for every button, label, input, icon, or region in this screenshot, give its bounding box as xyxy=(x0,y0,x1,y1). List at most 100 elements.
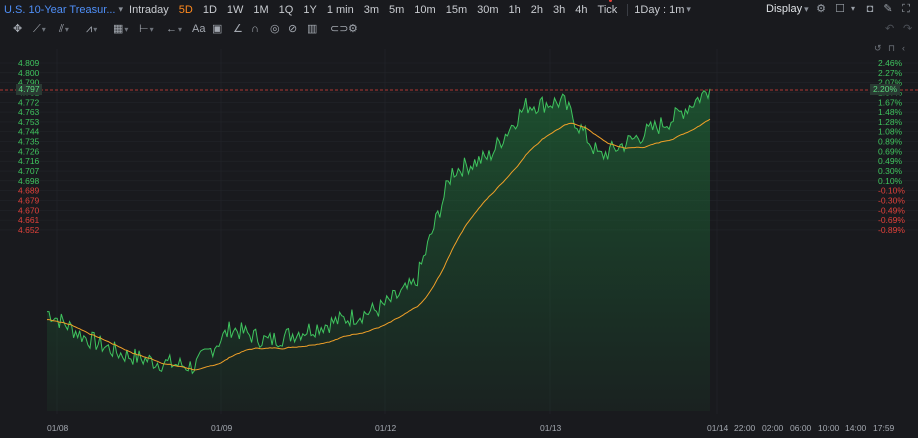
time-tick-label: 14:00 xyxy=(845,423,867,433)
percent-tick-label: 1.08% xyxy=(878,127,903,137)
hide-icon[interactable]: ⊘ xyxy=(288,22,297,36)
redo-icon[interactable]: ↷ xyxy=(903,22,912,36)
percent-tick-label: 0.49% xyxy=(878,156,903,166)
image-icon[interactable]: ▣ xyxy=(212,22,222,36)
percent-tick-label: -0.49% xyxy=(878,205,905,215)
tab-3h[interactable]: 3h xyxy=(553,4,565,16)
price-tick-label: 4.763 xyxy=(18,107,40,117)
edit-icon[interactable]: ✎ xyxy=(882,3,894,15)
percent-tick-label: 0.10% xyxy=(878,176,903,186)
price-tick-label: 4.689 xyxy=(18,186,40,196)
time-tick-label: 01/14 xyxy=(707,423,729,433)
link-icon[interactable]: ⊂⊃ xyxy=(330,22,348,36)
chevron-down-icon: ▾ xyxy=(804,4,809,14)
price-tick-label: 4.735 xyxy=(18,137,40,147)
price-tick-label: 4.670 xyxy=(18,205,40,215)
display-menu[interactable]: Display ▾ xyxy=(766,3,809,15)
tab-15m[interactable]: 15m xyxy=(446,4,467,16)
brush-icon[interactable]: ∠ xyxy=(233,22,243,36)
percent-tick-label: -0.10% xyxy=(878,186,905,196)
chevron-down-icon[interactable]: ▾ xyxy=(847,3,859,15)
current-price-tag: 4.797 xyxy=(16,84,42,95)
tab-1d[interactable]: 1D xyxy=(203,4,217,16)
divider xyxy=(627,3,629,16)
visibility-icon[interactable]: ◎ xyxy=(270,22,280,36)
tab-4h[interactable]: 4h xyxy=(575,4,587,16)
price-tick-label: 4.800 xyxy=(18,68,40,78)
percent-tick-label: 0.89% xyxy=(878,137,903,147)
symbol-selector[interactable]: U.S. 10-Year Treasur... xyxy=(4,4,115,16)
percent-tick-label: 0.30% xyxy=(878,166,903,176)
tab-1y[interactable]: 1Y xyxy=(303,4,316,16)
price-tick-label: 4.772 xyxy=(18,97,40,107)
percent-tick-label: 1.28% xyxy=(878,117,903,127)
pattern-icon[interactable]: ⩘▾ xyxy=(86,22,97,36)
time-tick-label: 06:00 xyxy=(790,423,812,433)
tab-tick-label: Tick xyxy=(597,3,618,16)
channel-icon[interactable]: ⫽▾ xyxy=(59,22,69,36)
collapse-icon[interactable]: ‹ xyxy=(902,43,905,53)
price-tick-label: 4.726 xyxy=(18,146,40,156)
time-tick-label: 17:59 xyxy=(873,423,895,433)
live-dot-icon xyxy=(608,0,612,2)
tab-tick[interactable]: Tick xyxy=(597,0,618,16)
arrow-icon[interactable]: ←▾ xyxy=(166,22,182,36)
price-area xyxy=(47,88,710,412)
tab-30m[interactable]: 30m xyxy=(477,4,498,16)
tab-1min[interactable]: 1 min xyxy=(327,4,354,16)
time-axis: 01/08 01/09 01/12 01/13 01/14 22:00 02:00 06:00… xyxy=(47,423,895,433)
tab-1h[interactable]: 1h xyxy=(509,4,521,16)
current-percent-tag: 2.20% xyxy=(870,84,900,95)
tab-1w[interactable]: 1W xyxy=(227,4,244,16)
time-tick-label: 10:00 xyxy=(818,423,840,433)
chevron-down-icon[interactable]: ▾ xyxy=(118,4,123,15)
tab-3m[interactable]: 3m xyxy=(364,4,379,16)
reset-icon[interactable]: ↺ xyxy=(874,43,882,53)
percent-tick-label: 0.69% xyxy=(878,146,903,156)
drawing-settings-icon[interactable]: ⚙ xyxy=(348,22,358,36)
trend-line-icon[interactable]: ⟋▾ xyxy=(33,22,46,36)
settings-gear-icon[interactable]: ⚙ xyxy=(815,3,827,15)
price-tick-label: 4.652 xyxy=(18,225,40,235)
price-tick-label: 4.744 xyxy=(18,127,40,137)
camera-icon[interactable]: ◘ xyxy=(864,3,876,15)
trash-icon[interactable]: ▥ xyxy=(307,22,317,36)
percent-tick-label: 1.48% xyxy=(878,107,903,117)
measure-icon[interactable]: ⊢▾ xyxy=(139,22,154,36)
time-tick-label: 01/13 xyxy=(540,423,562,433)
chart-corner-controls: ↺ ⊓ ‹ xyxy=(874,43,905,53)
time-tick-label: 01/12 xyxy=(375,423,397,433)
tab-5d[interactable]: 5D xyxy=(179,4,193,16)
tab-10m[interactable]: 10m xyxy=(414,4,435,16)
percent-tick-label: 1.67% xyxy=(878,97,903,107)
percent-tick-label: -0.69% xyxy=(878,215,905,225)
percent-tick-label: 2.27% xyxy=(878,68,903,78)
scale-icon[interactable]: ⊓ xyxy=(888,43,895,53)
fullscreen-icon[interactable]: ⛶ xyxy=(900,3,912,15)
range-selector[interactable]: 1Day : 1m xyxy=(634,4,684,16)
price-tick-label: 4.698 xyxy=(18,176,40,186)
crosshair-move-icon[interactable]: ✥ xyxy=(13,22,22,36)
tab-intraday[interactable]: Intraday xyxy=(129,4,169,16)
window-layout-icon[interactable]: ☐ xyxy=(834,3,846,15)
tab-2h[interactable]: 2h xyxy=(531,4,543,16)
tab-1q[interactable]: 1Q xyxy=(279,4,294,16)
tab-1m[interactable]: 1M xyxy=(253,4,268,16)
time-tick-label: 02:00 xyxy=(762,423,784,433)
undo-icon[interactable]: ↶ xyxy=(885,22,894,36)
time-tick-label: 01/08 xyxy=(47,423,69,433)
percent-tick-label: -0.30% xyxy=(878,195,905,205)
fibonacci-icon[interactable]: ▦▾ xyxy=(113,22,128,36)
price-tick-label: 4.716 xyxy=(18,156,40,166)
price-chart[interactable]: 4.8094.8004.7904.7814.7724.7634.7534.744… xyxy=(0,39,918,438)
tab-5m[interactable]: 5m xyxy=(389,4,404,16)
price-tick-label: 4.661 xyxy=(18,215,40,225)
display-label: Display xyxy=(766,3,803,15)
magnet-icon[interactable]: ∩ xyxy=(251,22,259,36)
time-tick-label: 22:00 xyxy=(734,423,756,433)
text-icon[interactable]: Aa xyxy=(192,22,205,36)
time-tick-label: 01/09 xyxy=(211,423,233,433)
percent-tick-label: -0.89% xyxy=(878,225,905,235)
price-tick-label: 4.679 xyxy=(18,195,40,205)
chevron-down-icon[interactable]: ▾ xyxy=(686,4,691,15)
